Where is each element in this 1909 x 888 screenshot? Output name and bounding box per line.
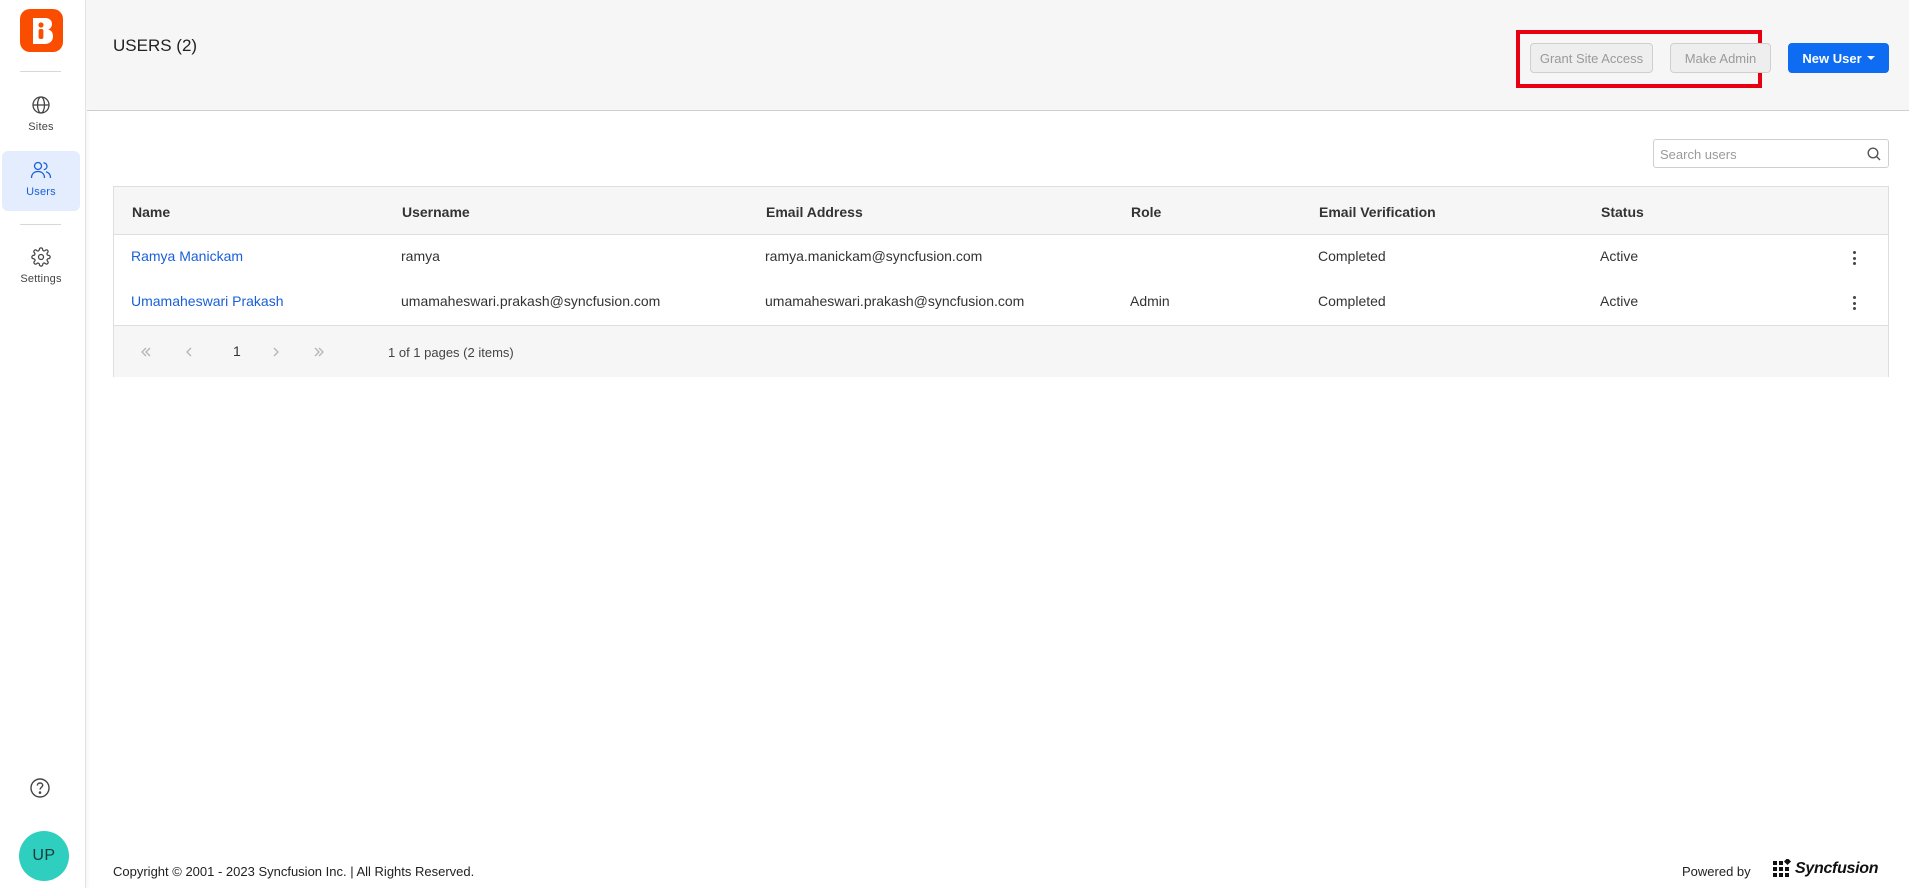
role-cell: Admin <box>1130 293 1170 309</box>
search-box <box>1653 139 1889 168</box>
sidebar-item-label: Settings <box>20 273 62 285</box>
previous-page-icon[interactable] <box>181 344 197 360</box>
chevron-down-icon <box>1866 56 1875 60</box>
page-title: USERS (2) <box>113 36 198 55</box>
copyright-text: Copyright © 2001 - 2023 Syncfusion Inc. … <box>113 864 475 879</box>
sidebar-divider <box>20 224 61 225</box>
users-icon <box>30 161 52 179</box>
verification-cell: Completed <box>1318 248 1386 264</box>
sidebar-item-sites[interactable]: Sites <box>2 86 80 146</box>
username-cell: umamaheswari.prakash@syncfusion.com <box>401 293 661 309</box>
column-header-username[interactable]: Username <box>402 204 470 220</box>
syncfusion-brand-text: Syncfusion <box>1795 860 1879 877</box>
new-user-label: New User <box>1802 50 1862 66</box>
verification-cell: Completed <box>1318 293 1386 309</box>
search-icon[interactable] <box>1866 146 1882 162</box>
first-page-icon[interactable] <box>138 344 154 360</box>
table-row[interactable]: Umamaheswari Prakash umamaheswari.prakas… <box>114 280 1888 325</box>
table-row[interactable]: Ramya Manickam ramya ramya.manickam@sync… <box>114 235 1888 280</box>
avatar[interactable]: UP <box>19 831 69 881</box>
users-table: Name Username Email Address Role Email V… <box>113 186 1889 377</box>
gear-icon <box>31 247 51 267</box>
syncfusion-mark-icon <box>1773 859 1792 877</box>
sidebar-item-users[interactable]: Users <box>2 151 80 211</box>
sidebar-divider <box>20 71 61 72</box>
powered-by-text: Powered by <box>1682 864 1751 879</box>
pager: 1 1 of 1 pages (2 items) <box>114 325 1888 377</box>
row-actions-menu-icon[interactable] <box>1848 249 1860 267</box>
syncfusion-logo[interactable]: Syncfusion <box>1772 857 1879 881</box>
sidebar-item-settings[interactable]: Settings <box>2 238 80 298</box>
next-page-icon[interactable] <box>268 344 284 360</box>
sidebar-item-label: Sites <box>28 121 54 133</box>
column-header-name[interactable]: Name <box>132 204 170 220</box>
user-name-link[interactable]: Umamaheswari Prakash <box>131 293 284 309</box>
row-actions-menu-icon[interactable] <box>1848 294 1860 312</box>
last-page-icon[interactable] <box>311 344 327 360</box>
globe-icon <box>32 96 50 114</box>
user-name-link[interactable]: Ramya Manickam <box>131 248 243 264</box>
help-icon[interactable] <box>29 777 51 799</box>
email-cell: ramya.manickam@syncfusion.com <box>765 248 983 264</box>
search-input[interactable] <box>1660 144 1860 164</box>
column-header-email-verification[interactable]: Email Verification <box>1319 204 1436 220</box>
sidebar-item-label: Users <box>26 186 56 198</box>
new-user-button[interactable]: New User <box>1788 43 1889 73</box>
column-header-email[interactable]: Email Address <box>766 204 863 220</box>
current-page-number[interactable]: 1 <box>233 343 241 359</box>
email-cell: umamaheswari.prakash@syncfusion.com <box>765 293 1025 309</box>
column-header-status[interactable]: Status <box>1601 204 1644 220</box>
status-cell: Active <box>1600 248 1639 264</box>
column-header-role[interactable]: Role <box>1131 204 1161 220</box>
sidebar: Sites Users Settings UP <box>0 0 86 888</box>
pager-info: 1 of 1 pages (2 items) <box>388 345 514 360</box>
app-logo[interactable] <box>20 9 63 52</box>
status-cell: Active <box>1600 293 1639 309</box>
logo-icon <box>32 17 53 44</box>
make-admin-button[interactable]: Make Admin <box>1670 43 1771 73</box>
table-header: Name Username Email Address Role Email V… <box>114 187 1888 235</box>
grant-site-access-button[interactable]: Grant Site Access <box>1530 43 1653 73</box>
username-cell: ramya <box>401 248 440 264</box>
